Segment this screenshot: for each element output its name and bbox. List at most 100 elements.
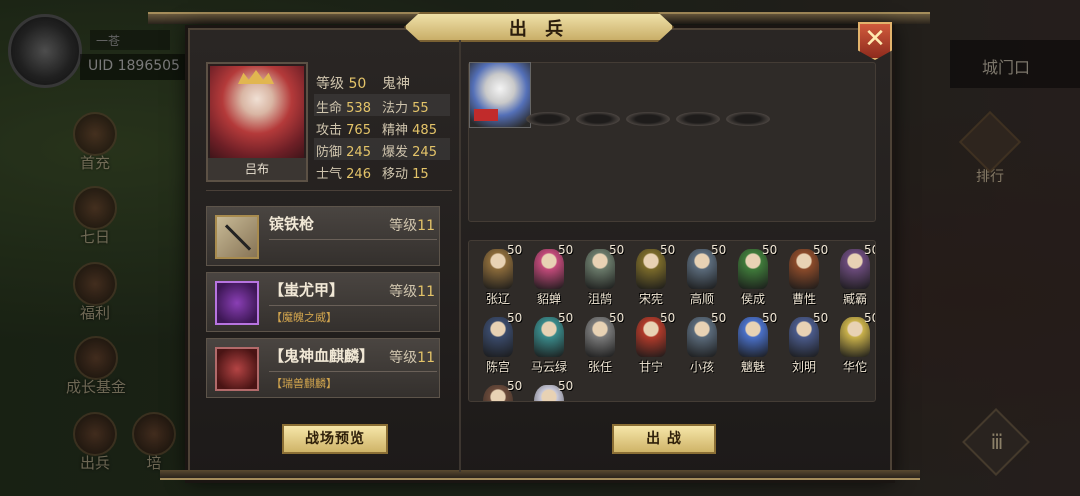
- roster-hero[interactable]: 50 马云绿: [524, 311, 574, 374]
- equipment-level-value: 11: [417, 218, 435, 234]
- hero-name: 宋宪: [638, 292, 663, 306]
- stat-value: 538: [346, 101, 371, 116]
- stat-value: 55: [412, 101, 429, 116]
- roster-hero[interactable]: 50 高顺: [677, 243, 727, 306]
- equipment-skill: 【瑞兽麒麟】: [271, 377, 337, 390]
- roster-hero[interactable]: 50: [524, 379, 574, 401]
- hero-name: 马云绿: [530, 360, 567, 374]
- qilin-mount-icon: [215, 347, 259, 391]
- stat-value: 245: [346, 145, 371, 160]
- stat-row: 生命 538 法力 55: [314, 94, 450, 116]
- hero-name: 小孩: [689, 360, 714, 374]
- stat-label: 爆发: [382, 145, 409, 160]
- roster-hero[interactable]: 50 张辽: [473, 243, 523, 306]
- hero-level: 50: [864, 311, 875, 325]
- hero-level: 50: [762, 311, 778, 325]
- equipment-level: 等级11: [389, 215, 435, 235]
- equipment-name: 【鬼神血麒麟】: [269, 347, 375, 365]
- hero-badge: [474, 109, 498, 121]
- stat-label: 攻击: [316, 123, 343, 138]
- equipment-separator: [269, 305, 437, 306]
- stat-label: 士气: [316, 167, 343, 182]
- equipment-weapon[interactable]: 镔铁枪 等级11: [206, 206, 440, 266]
- hero-level: 50: [813, 243, 829, 257]
- equipment-level-value: 11: [417, 350, 435, 366]
- hero-level: 50: [711, 311, 727, 325]
- spear-icon: [215, 215, 259, 259]
- hero-class: 鬼神: [382, 76, 410, 92]
- roster-hero[interactable]: 50 陈宫: [473, 311, 523, 374]
- hero-level-row: 等级 50 鬼神: [314, 70, 450, 94]
- equipment-skill: 【魔魄之威】: [271, 311, 337, 324]
- roster-hero[interactable]: 50 沮鹄: [575, 243, 625, 306]
- stat-label: 精神: [382, 123, 409, 138]
- roster-hero[interactable]: 50: [473, 379, 523, 401]
- hero-name: 魑魅: [740, 360, 765, 374]
- hero-level: 50: [813, 311, 829, 325]
- hero-level: 50: [558, 379, 574, 393]
- hero-level: 50: [558, 243, 574, 257]
- roster-hero[interactable]: 50 小孩: [677, 311, 727, 374]
- hero-level: 50: [609, 311, 625, 325]
- hero-name: 臧霸: [842, 292, 867, 306]
- hero-name: 华佗: [842, 360, 867, 374]
- level-value: 50: [348, 76, 367, 92]
- hero-name: 陈宫: [485, 360, 510, 374]
- roster-hero[interactable]: 50 貂蝉: [524, 243, 574, 306]
- formation-slot-empty[interactable]: [526, 112, 570, 126]
- stat-label: 移动: [382, 167, 409, 182]
- hero-name: 张任: [587, 360, 612, 374]
- stat-label: 防御: [316, 145, 343, 160]
- equipment-mount[interactable]: 【鬼神血麒麟】 等级11 【瑞兽麒麟】: [206, 338, 440, 398]
- stat-row: 攻击 765 精神 485: [314, 116, 450, 138]
- hero-name: 貂蝉: [536, 292, 561, 306]
- hero-level: 50: [558, 311, 574, 325]
- equipment-name: 镔铁枪: [269, 215, 315, 233]
- hero-level: 50: [762, 243, 778, 257]
- stat-value: 15: [412, 167, 429, 182]
- roster-hero[interactable]: 50 魑魅: [728, 311, 778, 374]
- stat-value: 485: [412, 123, 437, 138]
- roster-hero[interactable]: 50 张任: [575, 311, 625, 374]
- formation-slot-empty[interactable]: [626, 112, 670, 126]
- equipment-level: 等级11: [389, 281, 435, 301]
- equipment-armor[interactable]: 【蚩尤甲】 等级11 【魔魄之威】: [206, 272, 440, 332]
- hero-level: 50: [660, 311, 676, 325]
- formation-slot-empty[interactable]: [576, 112, 620, 126]
- stat-row: 防御 245 爆发 245: [314, 138, 450, 160]
- roster-hero[interactable]: 50 臧霸: [830, 243, 875, 306]
- equipment-level-value: 11: [417, 284, 435, 300]
- equipment-separator: [269, 239, 437, 240]
- formation-slot-empty[interactable]: [726, 112, 770, 126]
- equipment-level: 等级11: [389, 347, 435, 367]
- equipment-level-label: 等级: [389, 218, 418, 234]
- panel-divider: [459, 40, 461, 472]
- hero-level: 50: [660, 243, 676, 257]
- hero-stats: 等级 50 鬼神 生命 538 法力 55 攻击 765 精神 485 防御 2…: [314, 70, 450, 182]
- equipment-level-label: 等级: [389, 350, 418, 366]
- battlefield-preview-button[interactable]: 战场预览: [282, 424, 388, 454]
- hero-divider: [206, 190, 452, 191]
- deploy-button[interactable]: 出 战: [612, 424, 716, 454]
- hero-name: 高顺: [689, 292, 714, 306]
- roster-hero[interactable]: 50 侯成: [728, 243, 778, 306]
- roster-hero[interactable]: 50 宋宪: [626, 243, 676, 306]
- hero-portrait[interactable]: 吕布: [206, 62, 308, 182]
- hero-level: 50: [711, 243, 727, 257]
- equipment-separator: [269, 371, 437, 372]
- roster-hero[interactable]: 50 甘宁: [626, 311, 676, 374]
- hero-name: 刘明: [791, 360, 816, 374]
- roster-hero[interactable]: 50 刘明: [779, 311, 829, 374]
- stat-label: 生命: [316, 101, 343, 116]
- stat-value: 245: [412, 145, 437, 160]
- roster-hero[interactable]: 50 华佗: [830, 311, 875, 374]
- hero-name: 曹性: [791, 292, 816, 306]
- stat-value: 765: [346, 123, 371, 138]
- formation-slot-filled[interactable]: [469, 62, 531, 128]
- armor-icon: [215, 281, 259, 325]
- stat-label: 法力: [382, 101, 409, 116]
- roster-hero[interactable]: 50 曹性: [779, 243, 829, 306]
- hero-name: 张辽: [485, 292, 510, 306]
- level-label: 等级: [316, 76, 344, 92]
- formation-slot-empty[interactable]: [676, 112, 720, 126]
